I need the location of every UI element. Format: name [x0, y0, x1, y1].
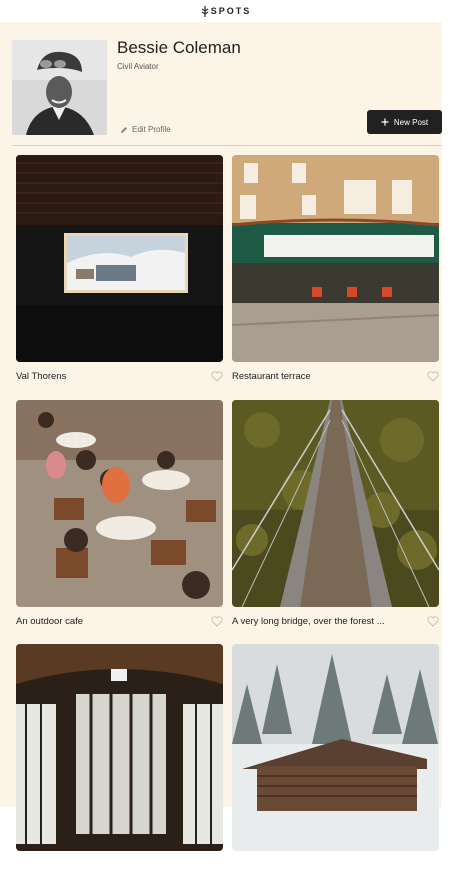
header: SPOTS: [0, 0, 452, 22]
card: An outdoor cafe: [16, 400, 223, 628]
card-image[interactable]: [16, 400, 223, 607]
main-content: Bessie Coleman Civil Aviator Edit Profil…: [0, 22, 452, 851]
edit-profile-label: Edit Profile: [132, 125, 171, 134]
logo: SPOTS: [201, 5, 252, 17]
heart-icon[interactable]: [427, 615, 439, 627]
card-title: An outdoor cafe: [16, 615, 84, 627]
card-image[interactable]: [16, 155, 223, 362]
card-image[interactable]: [232, 155, 439, 362]
new-post-label: New Post: [393, 117, 429, 127]
card-image[interactable]: [232, 400, 439, 607]
edit-profile-button[interactable]: Edit Profile: [120, 125, 171, 134]
card: A very long bridge, over the forest ...: [232, 400, 439, 628]
pencil-icon: [121, 126, 127, 133]
card: Val Thorens: [16, 155, 223, 383]
plus-icon: [381, 118, 389, 126]
card-title: A very long bridge, over the forest ...: [232, 615, 385, 627]
card-image[interactable]: [16, 644, 223, 851]
logo-text: SPOTS: [210, 6, 252, 16]
scroll-gutter: [442, 22, 452, 807]
profile-divider: [12, 145, 442, 146]
card: Restaurant terrace: [232, 155, 439, 383]
heart-icon[interactable]: [211, 615, 223, 627]
heart-icon[interactable]: [211, 370, 223, 382]
heart-icon[interactable]: [427, 370, 439, 382]
card-title: Val Thorens: [16, 370, 67, 382]
spots-logo-icon: [201, 5, 209, 17]
profile-avatar: [12, 40, 107, 135]
card: [16, 644, 223, 872]
profile-description: Civil Aviator: [117, 62, 159, 71]
card-image[interactable]: [232, 644, 439, 851]
new-post-button[interactable]: New Post: [367, 110, 442, 134]
card: [232, 644, 439, 872]
card-title: Restaurant terrace: [232, 370, 311, 382]
profile-name: Bessie Coleman: [117, 38, 241, 57]
